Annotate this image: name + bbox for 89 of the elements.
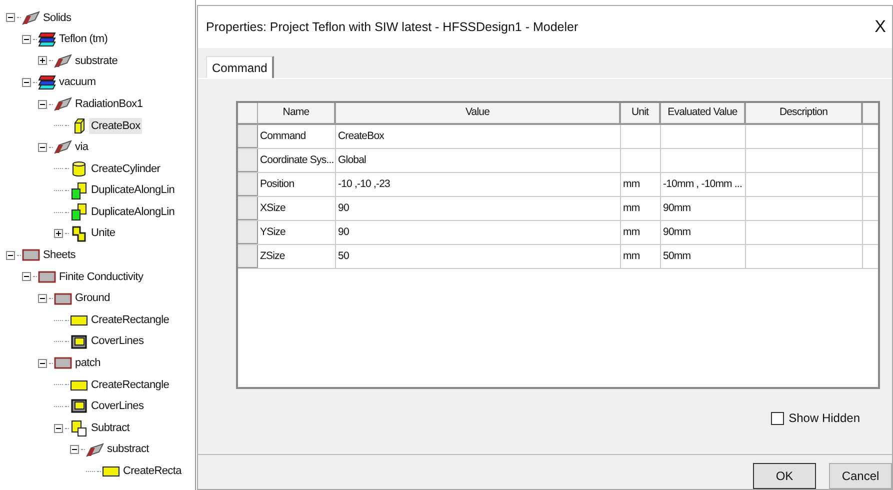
column-header: Evaluated Value xyxy=(661,103,746,123)
table-cell-text: CreateBox xyxy=(338,128,384,144)
material-icon xyxy=(38,32,56,47)
table-cell-text: mm xyxy=(623,200,640,216)
tree-item[interactable]: CoverLines xyxy=(89,333,146,350)
tree-item[interactable]: CreateRectangle xyxy=(89,312,172,328)
collapse-toggle[interactable] xyxy=(54,424,63,433)
cancel-button[interactable]: Cancel xyxy=(829,463,892,489)
cover-icon xyxy=(71,399,87,414)
collapse-toggle[interactable] xyxy=(6,250,15,260)
tree-item[interactable]: RadiationBox1 xyxy=(73,96,145,112)
table-cell-text: -10mm , -10mm ... xyxy=(663,176,742,192)
table-cell-text: mm xyxy=(623,224,640,240)
rectangle-icon xyxy=(70,314,88,326)
box-icon xyxy=(73,118,85,134)
table-cell-text: Command xyxy=(260,128,306,144)
sheet-icon xyxy=(54,292,72,305)
table-cell-text: 50 xyxy=(338,248,349,264)
table-cell-text: Position xyxy=(260,176,294,192)
material-icon xyxy=(38,75,56,90)
tree-item[interactable]: CoverLines xyxy=(89,398,146,415)
collapse-toggle[interactable] xyxy=(70,445,79,454)
solid-icon xyxy=(86,442,104,457)
collapse-toggle[interactable] xyxy=(38,358,47,368)
column-header: Name xyxy=(258,103,336,123)
table-cell-text: YSize xyxy=(260,224,286,240)
collapse-toggle[interactable] xyxy=(6,13,15,22)
table-cell-text: mm xyxy=(623,176,640,192)
solid-icon xyxy=(54,140,72,154)
tree-item[interactable]: Teflon (tm) xyxy=(57,31,110,48)
sheet-icon xyxy=(54,357,72,370)
window-title: Properties: Project Teflon with SIW latest - HFSSDesign1 - Modeler xyxy=(206,18,578,36)
table-cell-text: ZSize xyxy=(260,248,285,264)
tree-item[interactable]: DuplicateAlongLin xyxy=(89,182,177,199)
table-cell-text: XSize xyxy=(260,200,286,216)
table-cell-text: 90mm xyxy=(663,200,691,216)
solid-icon xyxy=(54,97,72,112)
tree-item[interactable]: CreateRecta xyxy=(121,463,184,480)
sheet-icon xyxy=(38,270,56,283)
table-cell-text: Global xyxy=(338,152,366,168)
unite-icon xyxy=(72,226,86,242)
ok-button[interactable]: OK xyxy=(753,463,816,489)
table-cell-text: Coordinate Sys... xyxy=(260,152,334,168)
rectangle-icon xyxy=(102,465,120,478)
table-cell-text: mm xyxy=(623,248,640,264)
checkbox[interactable] xyxy=(770,412,784,424)
solid-icon xyxy=(54,54,72,68)
tree-item[interactable]: CreateCylinder xyxy=(89,160,162,178)
collapse-toggle[interactable] xyxy=(22,78,31,88)
column-header: Description xyxy=(746,103,863,123)
tree-item[interactable]: Sheets xyxy=(41,247,78,264)
table-cell-text: -10 ,-10 ,-23 xyxy=(338,176,390,192)
subtract-icon xyxy=(71,420,87,437)
tree-item[interactable]: patch xyxy=(73,355,102,372)
tree-item[interactable]: Unite xyxy=(89,225,118,242)
duplicate-icon xyxy=(71,203,87,222)
rectangle-icon xyxy=(70,378,88,391)
expand-toggle[interactable] xyxy=(38,56,47,66)
solid-icon xyxy=(22,10,40,25)
tree-item[interactable]: Subtract xyxy=(89,420,132,436)
tree-item[interactable]: DuplicateAlongLin xyxy=(89,204,177,220)
tree-item[interactable]: substrate xyxy=(73,52,120,70)
table-cell-text: 90 xyxy=(338,200,349,216)
tree-item[interactable]: via xyxy=(73,139,90,156)
collapse-toggle[interactable] xyxy=(38,294,47,304)
cover-icon xyxy=(71,334,87,349)
tree-item[interactable]: vacuum xyxy=(57,74,98,91)
tree-item[interactable]: CreateBox xyxy=(89,118,142,134)
tree-item[interactable]: Ground xyxy=(73,290,112,307)
collapse-toggle[interactable] xyxy=(38,100,47,109)
collapse-toggle[interactable] xyxy=(38,142,47,152)
close-button[interactable]: X xyxy=(872,14,888,40)
tree-item[interactable]: Solids xyxy=(41,10,74,26)
collapse-toggle[interactable] xyxy=(22,34,31,44)
cylinder-icon xyxy=(72,160,86,177)
tree-item[interactable]: Finite Conductivity xyxy=(57,268,146,286)
tree-item[interactable]: CreateRectangle xyxy=(89,376,172,394)
duplicate-icon xyxy=(71,182,87,200)
column-header: Value xyxy=(336,103,621,123)
sheet-icon xyxy=(22,249,40,262)
expand-toggle[interactable] xyxy=(54,229,63,238)
tab[interactable]: Command xyxy=(206,56,274,78)
table-cell-text: 50mm xyxy=(663,248,691,264)
column-header: Unit xyxy=(621,103,661,123)
table-cell-text: 90mm xyxy=(663,224,691,240)
tree-item[interactable]: substract xyxy=(105,441,151,458)
checkbox-label: Show Hidden xyxy=(788,410,860,427)
collapse-toggle[interactable] xyxy=(22,272,31,282)
table-cell-text: 90 xyxy=(338,224,349,240)
